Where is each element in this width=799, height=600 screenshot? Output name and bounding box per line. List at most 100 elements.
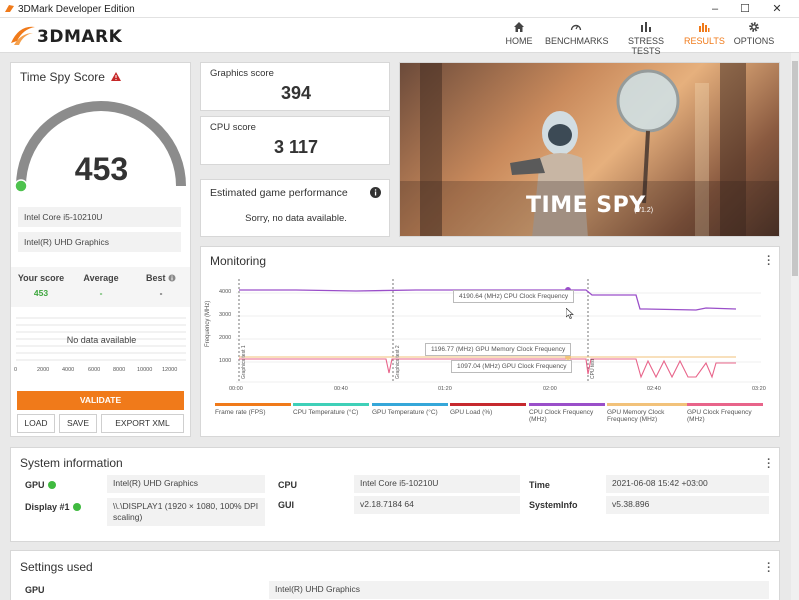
window-titlebar: 3DMark Developer Edition – ☐ ✕ — [0, 0, 799, 18]
sys-gui-value: v2.18.7184 64 — [354, 496, 520, 514]
legend-gpu-clock[interactable]: GPU Clock Frequency (MHz) — [687, 403, 763, 423]
nav-benchmarks[interactable]: BENCHMARKS — [545, 21, 609, 46]
hist-tick-8000: 8000 — [113, 367, 126, 373]
cpu-score-value: 3 117 — [273, 137, 319, 157]
save-button[interactable]: SAVE — [59, 414, 97, 433]
sys-gpu-value: Intel(R) UHD Graphics — [107, 475, 265, 493]
legend-cpu-clock[interactable]: CPU Clock Frequency (MHz) — [529, 403, 605, 423]
bars-icon — [641, 22, 651, 32]
system-information-card: System information · · · GPU Intel(R) UHD … — [10, 447, 780, 542]
nav-stress-tests[interactable]: STRESS TESTS — [616, 21, 676, 56]
info-icon[interactable] — [168, 274, 176, 282]
tooltip-gpu-clock: 1097.04 (MHz) GPU Clock Frequency — [451, 360, 573, 373]
hist-tick-10000: 10000 — [137, 367, 153, 373]
gear-icon — [749, 22, 759, 32]
system-information-title: System information — [20, 456, 123, 470]
nav-home-label: HOME — [505, 36, 533, 46]
close-button[interactable]: ✕ — [762, 0, 792, 18]
legend-gpu-load[interactable]: GPU Load (%) — [450, 403, 526, 416]
check-icon — [47, 481, 56, 489]
results-icon — [699, 23, 710, 32]
y-tick-1000: 1000 — [219, 358, 232, 364]
legend-gpu-temperature[interactable]: GPU Temperature (°C) — [372, 403, 448, 416]
maximize-button[interactable]: ☐ — [730, 0, 760, 18]
nav-options[interactable]: OPTIONS — [733, 21, 775, 46]
sys-systeminfo-value: v5.38.896 — [606, 496, 769, 514]
cpu-score-label: CPU score — [210, 122, 256, 133]
nav-results-label: RESULTS — [684, 36, 725, 46]
banner-version: (V1.2) — [634, 207, 654, 214]
legend-gpu-memory-clock[interactable]: GPU Memory Clock Frequency (MHz) — [607, 403, 687, 423]
legend-cpu-temperature[interactable]: CPU Temperature (°C) — [293, 403, 369, 416]
y-tick-4000: 4000 — [219, 289, 232, 295]
best-label-wrap: Best — [131, 273, 191, 283]
settings-more-icon[interactable]: · · · — [764, 559, 774, 578]
graphics-score-card: Graphics score 394 — [200, 62, 390, 111]
info-icon[interactable] — [370, 187, 381, 198]
export-xml-button[interactable]: EXPORT XML — [101, 414, 184, 433]
your-score-label: Your score — [17, 273, 65, 283]
score-title: Time Spy Score — [20, 70, 122, 84]
legend-cpu-temperature-label: CPU Temperature (°C) — [293, 409, 359, 416]
monitoring-more-icon[interactable]: · · · — [764, 252, 774, 271]
nav-home[interactable]: HOME — [499, 21, 539, 46]
best-value: - — [159, 288, 163, 298]
nav-options-label: OPTIONS — [733, 36, 775, 46]
best-label: Best — [145, 273, 166, 283]
scrollbar-thumb[interactable] — [792, 61, 798, 276]
sys-cpu-value: Intel Core i5-10210U — [354, 475, 520, 493]
score-value: 453 — [74, 151, 129, 187]
marker-label-graphics-test-1: Graphics test 1 — [241, 345, 247, 379]
legend-frame-rate-label: Frame rate (FPS) — [215, 409, 266, 416]
validate-button[interactable]: VALIDATE — [17, 391, 184, 410]
average-label: Average — [83, 273, 119, 283]
nav-benchmarks-label: BENCHMARKS — [545, 36, 609, 46]
sys-time-value: 2021-06-08 15:42 +03:00 — [606, 475, 769, 493]
marker-label-graphics-test-2: Graphics test 2 — [395, 345, 401, 379]
game-performance-card: Estimated game performance Sorry, no dat… — [200, 179, 390, 237]
legend-cpu-clock-label: CPU Clock Frequency (MHz) — [529, 409, 594, 423]
sys-cpu-label: CPU — [278, 480, 298, 490]
cpu-score-card: CPU score 3 117 — [200, 116, 390, 165]
monitoring-y-label: Frequency (MHz) — [205, 300, 211, 347]
legend-gpu-clock-label: GPU Clock Frequency (MHz) — [687, 409, 752, 423]
legend-gpu-temperature-label: GPU Temperature (°C) — [372, 409, 438, 416]
nav-stress-tests-label: STRESS TESTS — [627, 36, 664, 56]
app-header: 3DMARK HOME BENCHMARKS STRESS TESTS RESU… — [0, 18, 799, 56]
system-more-icon[interactable]: · · · — [764, 455, 774, 474]
game-performance-label: Estimated game performance — [210, 187, 348, 199]
hist-tick-6000: 6000 — [88, 367, 101, 373]
minimize-button[interactable]: – — [700, 0, 730, 18]
legend-frame-rate[interactable]: Frame rate (FPS) — [215, 403, 291, 416]
sys-time-label: Time — [529, 480, 550, 490]
score-gpu-name: Intel(R) UHD Graphics — [18, 232, 181, 252]
sys-gpu-label: GPU — [25, 480, 56, 490]
settings-used-title: Settings used — [20, 560, 93, 574]
nav-results[interactable]: RESULTS — [684, 21, 725, 46]
graphics-score-value: 394 — [280, 83, 312, 103]
game-performance-message: Sorry, no data available. — [245, 213, 347, 224]
banner-title: TIME SPY — [526, 193, 646, 218]
settings-used-card: Settings used · · · GPU Intel(R) UHD Graph… — [10, 550, 780, 600]
sys-gui-label: GUI — [278, 500, 295, 510]
x-tick-0120: 01:20 — [438, 386, 452, 392]
mouse-cursor-icon — [566, 308, 574, 319]
legend-gpu-memory-clock-label: GPU Memory Clock Frequency (MHz) — [607, 409, 665, 423]
load-button[interactable]: LOAD — [17, 414, 55, 433]
score-cpu-name: Intel Core i5-10210U — [18, 207, 181, 227]
average-value: - — [99, 288, 103, 298]
y-tick-2000: 2000 — [219, 335, 232, 341]
no-data-text: No data available — [66, 335, 137, 345]
app-logo-text: 3DMARK — [37, 27, 123, 47]
monitoring-card: Monitoring · · · Frequency (MHz) 4000 3000… — [200, 246, 780, 437]
app-icon — [5, 5, 14, 12]
main-scrollbar[interactable] — [791, 53, 799, 600]
tooltip-gpu-memory-clock: 1196.77 (MHz) GPU Memory Clock Frequency — [425, 343, 572, 356]
warning-icon[interactable] — [111, 72, 122, 81]
graphics-score-label: Graphics score — [210, 68, 274, 79]
marker-label-cpu-test: CPU test — [590, 358, 596, 379]
window-title: 3DMark Developer Edition — [18, 4, 135, 15]
sys-display-label: Display #1 — [25, 502, 81, 512]
sys-display-value: \\.\DISPLAY1 (1920 × 1080, 100% DPI scal… — [107, 498, 265, 526]
settings-gpu-value: Intel(R) UHD Graphics — [269, 581, 769, 599]
